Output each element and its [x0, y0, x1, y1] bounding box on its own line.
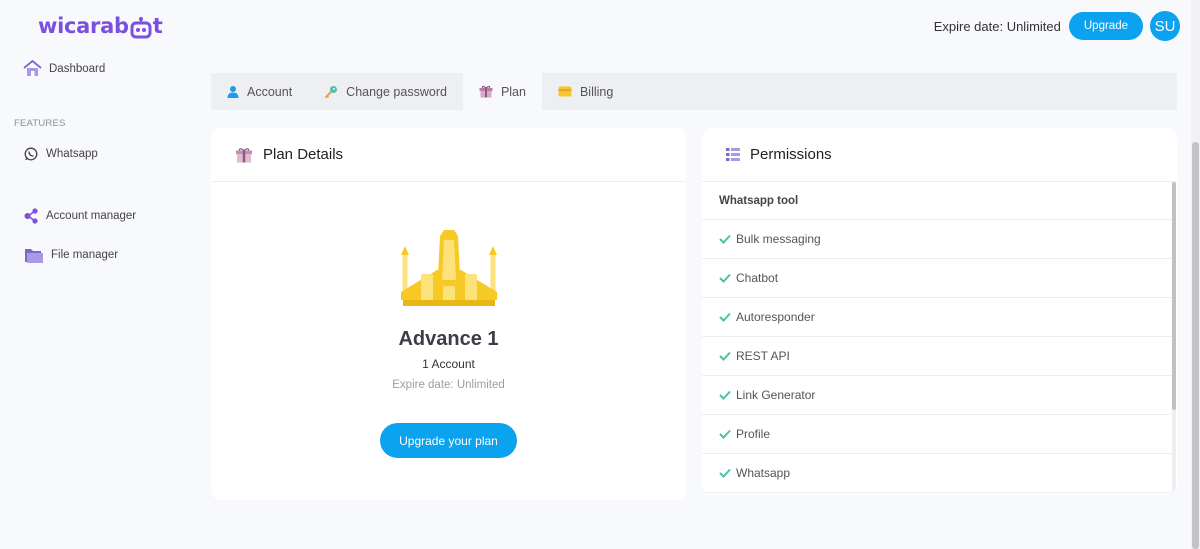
header-account-area: Expire date: Unlimited Upgrade SU — [934, 11, 1180, 41]
permissions-card-title: Permissions — [750, 146, 832, 163]
check-icon — [719, 273, 731, 283]
permissions-card: Permissions Whatsapp tool Bulk messaging… — [702, 128, 1177, 494]
sidebar-label-account-manager: Account manager — [46, 210, 137, 222]
tab-label-plan: Plan — [500, 84, 526, 99]
header-expire-date: Expire date: Unlimited — [933, 18, 1061, 34]
folder-icon — [24, 247, 43, 263]
permission-item: Whatsapp — [702, 454, 1172, 493]
gift-icon — [235, 147, 253, 163]
app-logo[interactable]: wicarab t — [38, 10, 163, 42]
permissions-scrollbar-thumb[interactable] — [1172, 182, 1176, 410]
sidebar-section-features: FEATURES — [14, 118, 66, 129]
tab-label-account: Account — [247, 84, 293, 99]
sidebar-label-file-manager: File manager — [51, 249, 119, 261]
check-icon — [719, 351, 731, 361]
upgrade-plan-button[interactable]: Upgrade your plan — [380, 423, 517, 458]
check-icon — [719, 429, 731, 439]
permission-item: REST API — [702, 337, 1172, 376]
plan-details-card: Plan Details Advance 1 1 Account Expire … — [211, 128, 686, 500]
robot-icon — [130, 17, 152, 39]
tab-label-change-password: Change password — [346, 84, 447, 99]
logo-text-left: wicarab — [38, 14, 129, 38]
list-icon — [726, 148, 740, 161]
share-nodes-icon — [24, 208, 38, 224]
user-icon — [227, 85, 239, 98]
upgrade-button[interactable]: Upgrade — [1068, 12, 1143, 40]
tab-account[interactable]: Account — [211, 73, 308, 110]
tab-change-password[interactable]: Change password — [308, 73, 463, 110]
plan-card-header: Plan Details — [211, 128, 686, 182]
page-scrollbar-thumb[interactable] — [1192, 142, 1199, 549]
permission-group-title: Whatsapp tool — [702, 182, 1172, 220]
permission-item: Profile — [702, 415, 1172, 454]
plan-card-title: Plan Details — [263, 146, 344, 163]
plan-name: Advance 1 — [398, 328, 499, 350]
credit-card-icon — [558, 86, 572, 97]
permission-label: Chatbot — [736, 271, 779, 285]
user-avatar[interactable]: SU — [1150, 11, 1180, 41]
home-icon — [23, 60, 42, 77]
permissions-card-header: Permissions — [702, 128, 1177, 182]
permission-label: Whatsapp — [736, 466, 791, 480]
permission-label: REST API — [736, 349, 790, 363]
whatsapp-icon — [24, 147, 38, 161]
permissions-list[interactable]: Whatsapp tool Bulk messaging Chatbot Aut… — [702, 182, 1172, 493]
permission-label: Profile — [736, 427, 771, 441]
gift-icon — [479, 85, 493, 98]
permission-label: Bulk messaging — [736, 232, 821, 246]
tab-plan[interactable]: Plan — [462, 73, 542, 110]
logo-text-right: t — [152, 14, 163, 38]
page-scrollbar[interactable] — [1191, 0, 1200, 549]
plan-expire-date: Expire date: Unlimited — [392, 379, 505, 391]
sidebar-item-dashboard[interactable]: Dashboard — [23, 60, 105, 77]
key-icon — [324, 85, 338, 99]
check-icon — [719, 312, 731, 322]
permission-item: Bulk messaging — [702, 220, 1172, 259]
plan-body: Advance 1 1 Account Expire date: Unlimit… — [211, 182, 686, 458]
tab-billing[interactable]: Billing — [542, 73, 629, 110]
settings-tabs: Account Change password Plan Billing — [211, 73, 1177, 110]
check-icon — [719, 234, 731, 244]
plan-account-count: 1 Account — [422, 357, 475, 371]
permission-label: Link Generator — [736, 388, 816, 402]
check-icon — [719, 390, 731, 400]
sidebar-label-dashboard: Dashboard — [49, 62, 106, 75]
rocket-icon — [399, 230, 499, 312]
permission-item: Autoresponder — [702, 298, 1172, 337]
sidebar-item-account-manager[interactable]: Account manager — [24, 208, 136, 224]
tab-label-billing: Billing — [579, 84, 614, 99]
permissions-scrollbar[interactable] — [1172, 182, 1176, 494]
permission-label: Autoresponder — [736, 310, 815, 324]
sidebar-item-file-manager[interactable]: File manager — [24, 247, 118, 263]
permission-item: Chatbot — [702, 259, 1172, 298]
sidebar-label-whatsapp: Whatsapp — [46, 148, 98, 160]
permission-item: Link Generator — [702, 376, 1172, 415]
check-icon — [719, 468, 731, 478]
sidebar-item-whatsapp[interactable]: Whatsapp — [24, 147, 98, 161]
